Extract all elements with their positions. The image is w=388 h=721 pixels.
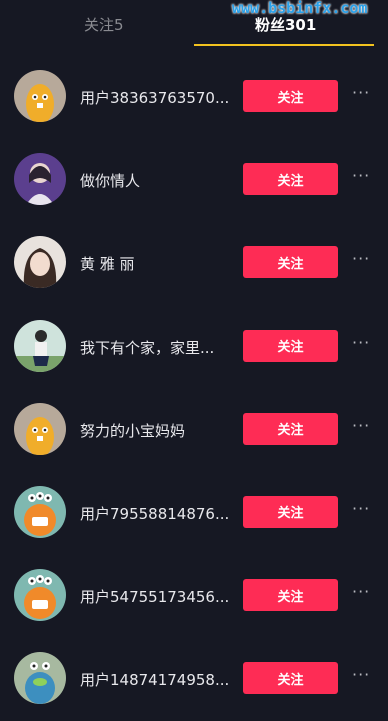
- follow-button[interactable]: 关注: [243, 579, 338, 612]
- photo-avatar-icon: [14, 319, 66, 372]
- user-name[interactable]: 黄 雅 丽: [80, 253, 230, 274]
- follow-button[interactable]: 关注: [243, 495, 338, 528]
- photo-avatar-icon: [14, 236, 66, 289]
- fan-row: 用户79558814876... 关注 ···: [0, 471, 388, 554]
- follow-button[interactable]: 关注: [243, 329, 338, 362]
- avatar[interactable]: [14, 652, 66, 705]
- cartoon-avatar-icon: [14, 70, 66, 122]
- avatar[interactable]: [14, 485, 66, 538]
- active-tab-indicator: [194, 44, 374, 46]
- more-options-icon[interactable]: ···: [352, 417, 374, 439]
- fan-row: 用户38363763570... 关注 ···: [0, 55, 388, 138]
- user-name[interactable]: 努力的小宝妈妈: [80, 420, 230, 441]
- user-name[interactable]: 用户79558814876...: [80, 503, 230, 524]
- fan-row: 努力的小宝妈妈 关注 ···: [0, 388, 388, 471]
- monster-avatar-icon: [14, 485, 66, 538]
- follow-button[interactable]: 关注: [243, 662, 338, 695]
- tab-bar: 关注5 粉丝301: [0, 0, 388, 46]
- user-name[interactable]: 做你情人: [80, 170, 230, 191]
- avatar[interactable]: [14, 319, 66, 372]
- fans-list: 用户38363763570... 关注 ··· 做你情人 关注 ··· 黄 雅 …: [0, 55, 388, 721]
- more-options-icon[interactable]: ···: [352, 168, 374, 189]
- follow-button[interactable]: 关注: [243, 163, 338, 196]
- follow-button[interactable]: 关注: [243, 412, 338, 445]
- user-name[interactable]: 用户14874174958...: [80, 669, 230, 690]
- more-options-icon[interactable]: ···: [352, 251, 374, 272]
- avatar[interactable]: [14, 402, 66, 455]
- fan-row: 我下有个家，家里... 关注 ···: [0, 305, 388, 388]
- more-options-icon[interactable]: ···: [352, 584, 374, 605]
- tab-following[interactable]: 关注5: [84, 14, 124, 35]
- fan-row: 用户54755173456... 关注 ···: [0, 554, 388, 637]
- tab-fans[interactable]: 粉丝301: [255, 14, 316, 35]
- follow-button[interactable]: 关注: [243, 246, 338, 279]
- user-name[interactable]: 用户38363763570...: [80, 87, 230, 108]
- user-name[interactable]: 我下有个家，家里...: [80, 337, 230, 358]
- user-name[interactable]: 用户54755173456...: [80, 586, 230, 607]
- fan-row: 黄 雅 丽 关注 ···: [0, 221, 388, 304]
- fan-row: 做你情人 关注 ···: [0, 138, 388, 221]
- avatar[interactable]: [14, 70, 66, 122]
- fan-row: 用户14874174958... 关注 ···: [0, 637, 388, 720]
- monster-avatar-icon: [14, 569, 66, 622]
- photo-avatar-icon: [14, 153, 66, 206]
- more-options-icon[interactable]: ···: [352, 667, 374, 688]
- monster-avatar-icon: [14, 652, 66, 705]
- avatar[interactable]: [14, 236, 66, 289]
- more-options-icon[interactable]: ···: [352, 500, 374, 522]
- cartoon-avatar-icon: [14, 402, 66, 455]
- avatar[interactable]: [14, 153, 66, 206]
- more-options-icon[interactable]: ···: [352, 334, 374, 356]
- follow-button[interactable]: 关注: [243, 80, 338, 112]
- more-options-icon[interactable]: ···: [352, 85, 374, 106]
- avatar[interactable]: [14, 569, 66, 622]
